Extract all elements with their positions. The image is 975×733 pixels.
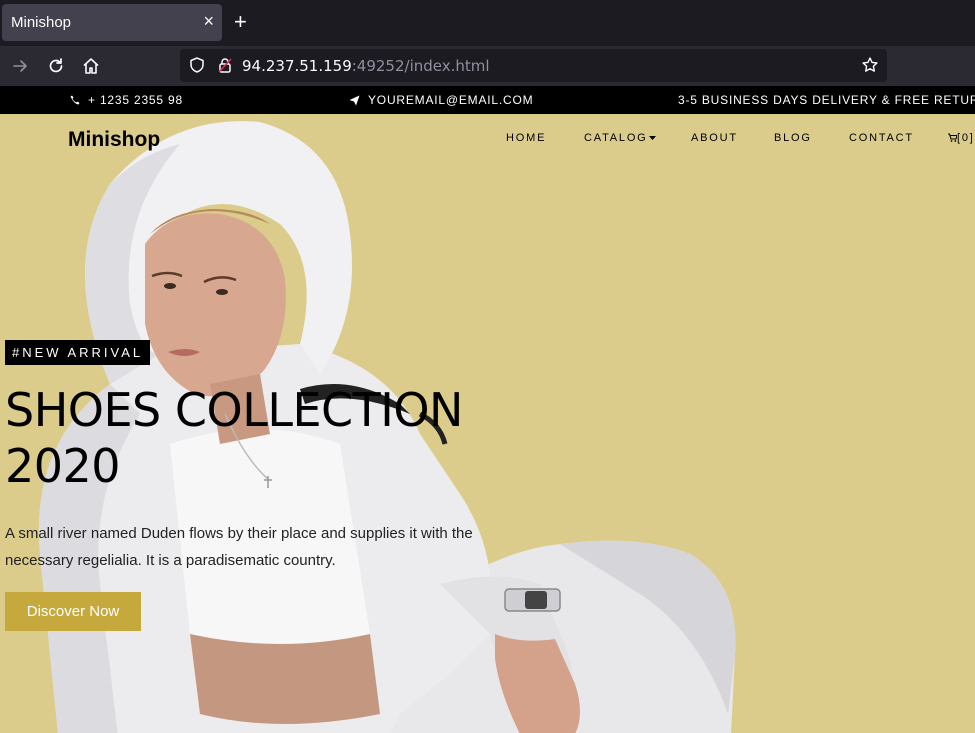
nav-cart[interactable]: [0] [948, 132, 975, 144]
nav-about[interactable]: ABOUT [691, 132, 738, 144]
back-arrow-icon[interactable] [10, 56, 30, 76]
new-tab-icon[interactable]: + [234, 10, 247, 34]
browser-navbar: 94.237.51.159:49252/index.html [0, 46, 975, 86]
url-path: :49252/index.html [351, 57, 490, 75]
home-icon[interactable] [81, 56, 101, 76]
nav-blog[interactable]: BLOG [774, 132, 812, 144]
nav-catalog[interactable]: CATALOG [584, 132, 656, 144]
web-page: + 1235 2355 98 YOUREMAIL@EMAIL.COM 3-5 B… [0, 86, 975, 733]
hero-headline: SHOES COLLECTION 2020 [5, 382, 463, 494]
cart-icon [948, 133, 958, 142]
topbar-email[interactable]: YOUREMAIL@EMAIL.COM [349, 93, 533, 107]
url-bar[interactable]: 94.237.51.159:49252/index.html [180, 49, 887, 82]
nav-catalog-label: CATALOG [584, 132, 648, 144]
email-address: YOUREMAIL@EMAIL.COM [368, 93, 534, 107]
topbar-delivery: 3-5 BUSINESS DAYS DELIVERY & FREE RETURN… [678, 93, 975, 107]
cart-count: [0] [957, 132, 975, 144]
nav-home[interactable]: HOME [506, 132, 546, 144]
new-arrival-badge: #NEW ARRIVAL [5, 340, 151, 365]
shield-icon[interactable] [188, 56, 206, 74]
lock-icon[interactable] [216, 56, 234, 74]
delivery-text: 3-5 BUSINESS DAYS DELIVERY & FREE RETURN… [678, 93, 975, 107]
url-text[interactable]: 94.237.51.159:49252/index.html [242, 57, 490, 75]
caret-down-icon [648, 136, 656, 141]
nav-contact[interactable]: CONTACT [849, 132, 914, 144]
url-host: 94.237.51.159 [242, 57, 352, 75]
browser-tab[interactable]: Minishop × [2, 4, 222, 41]
headline-line-1: SHOES COLLECTION [5, 383, 463, 437]
contact-topbar: + 1235 2355 98 YOUREMAIL@EMAIL.COM 3-5 B… [0, 86, 975, 114]
browser-tabbar: Minishop × + [0, 0, 975, 46]
paper-plane-icon [349, 95, 360, 105]
phone-number: + 1235 2355 98 [88, 93, 183, 107]
hero-description: A small river named Duden flows by their… [5, 525, 473, 569]
discover-now-button[interactable]: Discover Now [5, 592, 141, 631]
tab-close-icon[interactable]: × [203, 11, 214, 31]
site-logo[interactable]: Minishop [68, 128, 160, 152]
tab-title: Minishop [11, 14, 72, 31]
reload-icon[interactable] [46, 56, 66, 76]
star-icon[interactable] [861, 56, 879, 74]
headline-line-2: 2020 [5, 439, 121, 493]
topbar-phone[interactable]: + 1235 2355 98 [70, 93, 183, 107]
phone-icon [70, 95, 80, 105]
